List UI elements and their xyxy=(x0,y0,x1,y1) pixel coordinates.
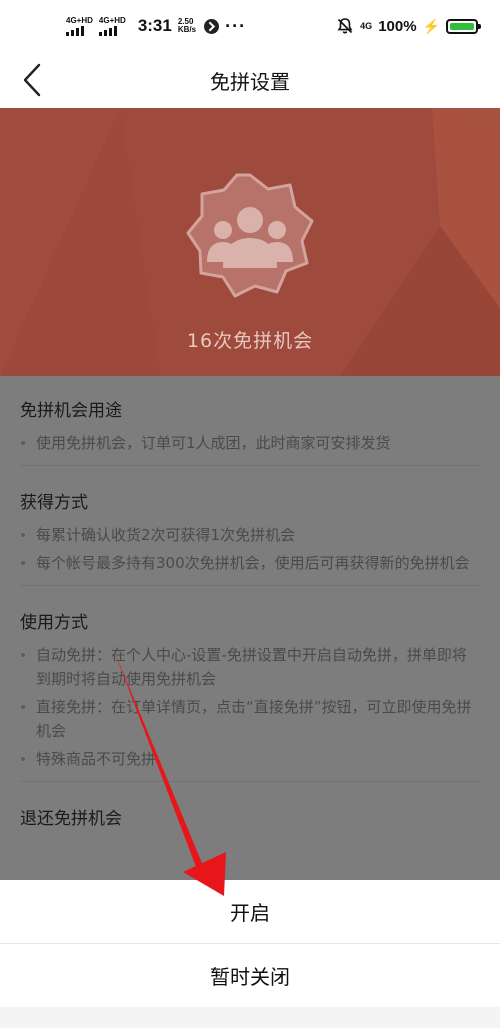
action-sheet: 开启 暂时关闭 xyxy=(0,880,500,1028)
network-type-right: 4G xyxy=(360,20,373,31)
bell-muted-icon xyxy=(337,18,353,34)
signal-2: 4G+HD xyxy=(98,15,126,36)
section-title: 免拼机会用途 xyxy=(20,401,122,421)
status-bar: 4G+HD 4G+HD 3:31 2.50 KB/s ··· 4G 100% ⚡ xyxy=(0,0,500,52)
page-title: 免拼设置 xyxy=(210,69,290,94)
status-right: 4G 100% ⚡ xyxy=(336,17,481,35)
list-item: 自动免拼：在个人中心-设置-免拼设置中开启自动免拼，拼单即将到期时将自动使用免拼… xyxy=(20,643,480,691)
section-title: 退还免拼机会 xyxy=(20,809,122,829)
section-title: 获得方式 xyxy=(20,493,88,513)
chevron-left-icon xyxy=(23,63,41,97)
section-obtain: 获得方式 每累计确认收货2次可获得1次免拼机会 每个帐号最多持有300次免拼机会… xyxy=(0,466,500,575)
sheet-bottom-spacer xyxy=(0,1007,500,1028)
nav-bar: 免拼设置 xyxy=(0,52,500,108)
list-item: 每个帐号最多持有300次免拼机会，使用后可再获得新的免拼机会 xyxy=(20,551,480,575)
network-type-2: 4G+HD xyxy=(98,15,126,25)
signal-bars-icon xyxy=(66,25,84,36)
network-type-1: 4G+HD xyxy=(66,15,93,25)
info-content: 免拼机会用途 使用免拼机会，订单可1人成团，此时商家可安排发货 获得方式 每累计… xyxy=(0,376,500,880)
list-item: 每累计确认收货2次可获得1次免拼机会 xyxy=(20,523,480,547)
app-notification-icon xyxy=(204,18,220,34)
network-speed: 2.50 KB/s xyxy=(178,18,196,34)
list-item: 直接免拼：在订单详情页，点击“直接免拼”按钮，可立即使用免拼机会 xyxy=(20,695,480,743)
battery-percent: 100% xyxy=(378,17,417,35)
section-howto: 使用方式 自动免拼：在个人中心-设置-免拼设置中开启自动免拼，拼单即将到期时将自… xyxy=(0,586,500,771)
more-notifications-icon: ··· xyxy=(225,15,247,36)
section-refund: 退还免拼机会 xyxy=(0,782,500,839)
battery-icon xyxy=(446,18,481,34)
section-title: 使用方式 xyxy=(20,613,88,633)
clock: 3:31 xyxy=(137,16,172,35)
battery-level-fill xyxy=(450,22,474,30)
back-button[interactable] xyxy=(10,58,54,102)
speed-unit: KB/s xyxy=(177,25,197,34)
list-item: 特殊商品不可免拼 xyxy=(20,747,480,771)
list-item: 使用免拼机会，订单可1人成团，此时商家可安排发货 xyxy=(20,431,480,455)
disable-temporarily-button[interactable]: 暂时关闭 xyxy=(0,944,500,1007)
charging-icon: ⚡ xyxy=(422,17,440,34)
signal-bars-icon xyxy=(98,25,117,36)
free-group-chances-count: 16次免拼机会 xyxy=(186,330,314,352)
group-badge-icon xyxy=(186,173,314,298)
section-usage: 免拼机会用途 使用免拼机会，订单可1人成团，此时商家可安排发货 xyxy=(0,376,500,455)
enable-button[interactable]: 开启 xyxy=(0,880,500,943)
signal-1: 4G+HD xyxy=(66,15,93,36)
